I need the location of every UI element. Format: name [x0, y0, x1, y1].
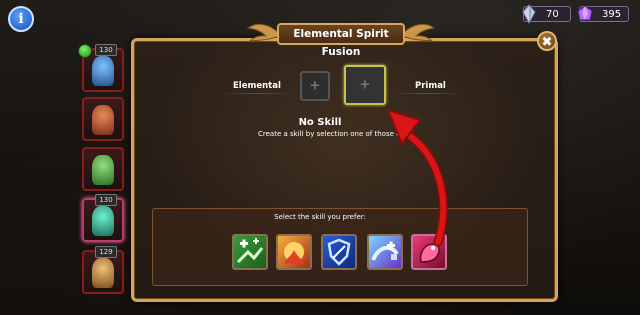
info-icon: i — [18, 11, 24, 27]
close-icon: ✖ — [541, 35, 553, 50]
skill-option-shield[interactable] — [321, 234, 357, 270]
selection-prompt: Select the skill you prefer: — [274, 213, 366, 221]
close-button[interactable]: ✖ — [537, 31, 557, 51]
gem-amount: 395 — [602, 9, 622, 20]
heal-plus-icon — [236, 238, 264, 264]
hero-portrait — [92, 258, 114, 288]
divider-left — [222, 93, 292, 94]
hero-level: 130 — [95, 194, 117, 206]
hero-card[interactable]: 129 — [82, 246, 124, 294]
info-button[interactable]: i — [8, 6, 34, 32]
tutorial-arrow-icon — [386, 108, 448, 247]
hero-portrait — [92, 206, 114, 236]
hero-level: 129 — [95, 246, 117, 258]
currency-gems[interactable]: 395 — [577, 5, 629, 22]
hero-portrait — [92, 56, 114, 86]
right-ornament-icon — [402, 23, 436, 42]
shield-icon — [327, 238, 351, 266]
plus-icon: + — [359, 77, 371, 93]
hero-card[interactable] — [82, 147, 124, 191]
fire-burst-icon — [284, 242, 304, 264]
currency-crystal[interactable]: 70 — [522, 4, 571, 25]
result-title: No Skill — [298, 117, 342, 128]
left-ornament-icon — [246, 23, 280, 42]
elemental-slot[interactable]: + — [300, 71, 330, 101]
crystal-amount: 70 — [546, 9, 559, 20]
plus-icon: + — [309, 78, 321, 94]
hero-portrait — [92, 155, 114, 185]
gem-icon — [577, 5, 593, 21]
green-gem-icon — [78, 44, 92, 58]
window-title: Elemental Spirit Fusion — [277, 23, 405, 58]
hero-level: 130 — [95, 44, 117, 56]
elemental-label: Elemental — [233, 81, 281, 91]
skill-option-heal[interactable] — [232, 234, 268, 270]
crystal-icon — [522, 4, 536, 25]
skill-option-fire[interactable] — [276, 234, 312, 270]
hero-card[interactable]: 130 — [78, 44, 124, 92]
